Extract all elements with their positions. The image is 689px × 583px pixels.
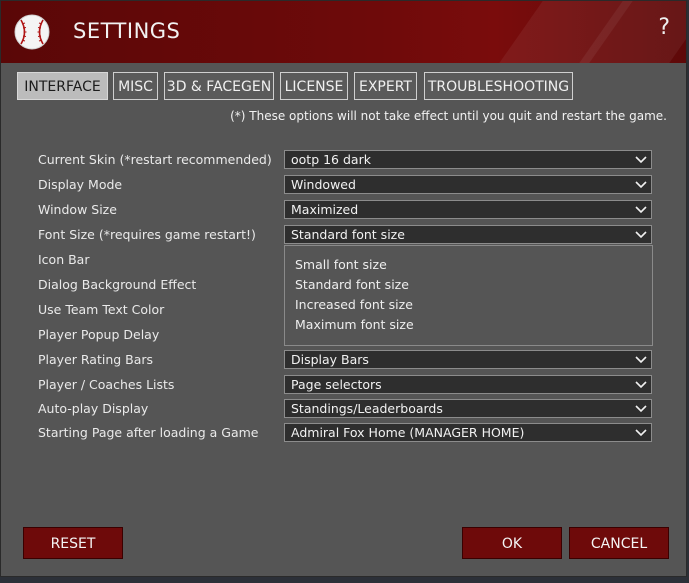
- current-skin-value: ootp 16 dark: [291, 152, 371, 167]
- window-size-select[interactable]: Maximized: [284, 200, 652, 219]
- font-size-dropdown-list: Small font size Standard font size Incre…: [284, 245, 653, 346]
- player-rating-bars-value: Display Bars: [291, 352, 369, 367]
- display-mode-select[interactable]: Windowed: [284, 175, 652, 194]
- restart-notice: (*) These options will not take effect u…: [230, 109, 667, 123]
- player-coaches-lists-value: Page selectors: [291, 377, 382, 392]
- chevron-down-icon: [635, 156, 647, 164]
- label-use-team-text-color: Use Team Text Color: [38, 302, 165, 317]
- auto-play-display-value: Standings/Leaderboards: [291, 401, 443, 416]
- page-title: SETTINGS: [73, 19, 181, 43]
- font-size-option-maximum[interactable]: Maximum font size: [295, 317, 414, 332]
- chevron-down-icon: [635, 206, 647, 214]
- baseball-icon: [14, 14, 50, 50]
- font-size-select[interactable]: Standard font size: [284, 225, 652, 244]
- chevron-down-icon: [635, 429, 647, 437]
- label-player-popup-delay: Player Popup Delay: [38, 327, 160, 342]
- font-size-option-small[interactable]: Small font size: [295, 257, 387, 272]
- title-bar: SETTINGS ?: [1, 1, 686, 63]
- reset-button[interactable]: RESET: [23, 527, 123, 559]
- label-dialog-background-effect: Dialog Background Effect: [38, 277, 197, 292]
- label-player-rating-bars: Player Rating Bars: [38, 352, 154, 367]
- player-coaches-lists-select[interactable]: Page selectors: [284, 375, 652, 394]
- tab-expert[interactable]: EXPERT: [354, 72, 417, 100]
- chevron-down-icon: [635, 381, 647, 389]
- display-mode-value: Windowed: [291, 177, 356, 192]
- label-display-mode: Display Mode: [38, 177, 123, 192]
- window-size-value: Maximized: [291, 202, 359, 217]
- font-size-option-increased[interactable]: Increased font size: [295, 297, 413, 312]
- current-skin-select[interactable]: ootp 16 dark: [284, 150, 652, 169]
- chevron-down-icon: [635, 231, 647, 239]
- label-current-skin: Current Skin (*restart recommended): [38, 152, 272, 167]
- background-strip: [0, 577, 689, 583]
- font-size-value: Standard font size: [291, 227, 405, 242]
- tab-troubleshooting[interactable]: TROUBLESHOOTING: [424, 72, 573, 100]
- font-size-option-standard[interactable]: Standard font size: [295, 277, 409, 292]
- auto-play-display-select[interactable]: Standings/Leaderboards: [284, 399, 652, 418]
- settings-window: SETTINGS ? INTERFACE MISC 3D & FACEGEN L…: [0, 0, 687, 577]
- starting-page-select[interactable]: Admiral Fox Home (MANAGER HOME): [284, 423, 652, 442]
- chevron-down-icon: [635, 356, 647, 364]
- label-window-size: Window Size: [38, 202, 117, 217]
- tab-license[interactable]: LICENSE: [280, 72, 348, 100]
- label-player-coaches-lists: Player / Coaches Lists: [38, 377, 175, 392]
- tab-3d-facegen[interactable]: 3D & FACEGEN: [164, 72, 274, 100]
- label-font-size: Font Size (*requires game restart!): [38, 227, 256, 242]
- tab-misc[interactable]: MISC: [113, 72, 158, 100]
- cancel-button[interactable]: CANCEL: [569, 527, 669, 559]
- starting-page-value: Admiral Fox Home (MANAGER HOME): [291, 425, 525, 440]
- player-rating-bars-select[interactable]: Display Bars: [284, 350, 652, 369]
- label-auto-play-display: Auto-play Display: [38, 401, 149, 416]
- label-icon-bar: Icon Bar: [38, 252, 90, 267]
- tab-interface[interactable]: INTERFACE: [17, 72, 108, 100]
- chevron-down-icon: [635, 181, 647, 189]
- label-starting-page: Starting Page after loading a Game: [38, 425, 259, 440]
- ok-button[interactable]: OK: [462, 527, 562, 559]
- chevron-down-icon: [635, 405, 647, 413]
- help-button[interactable]: ?: [658, 15, 670, 40]
